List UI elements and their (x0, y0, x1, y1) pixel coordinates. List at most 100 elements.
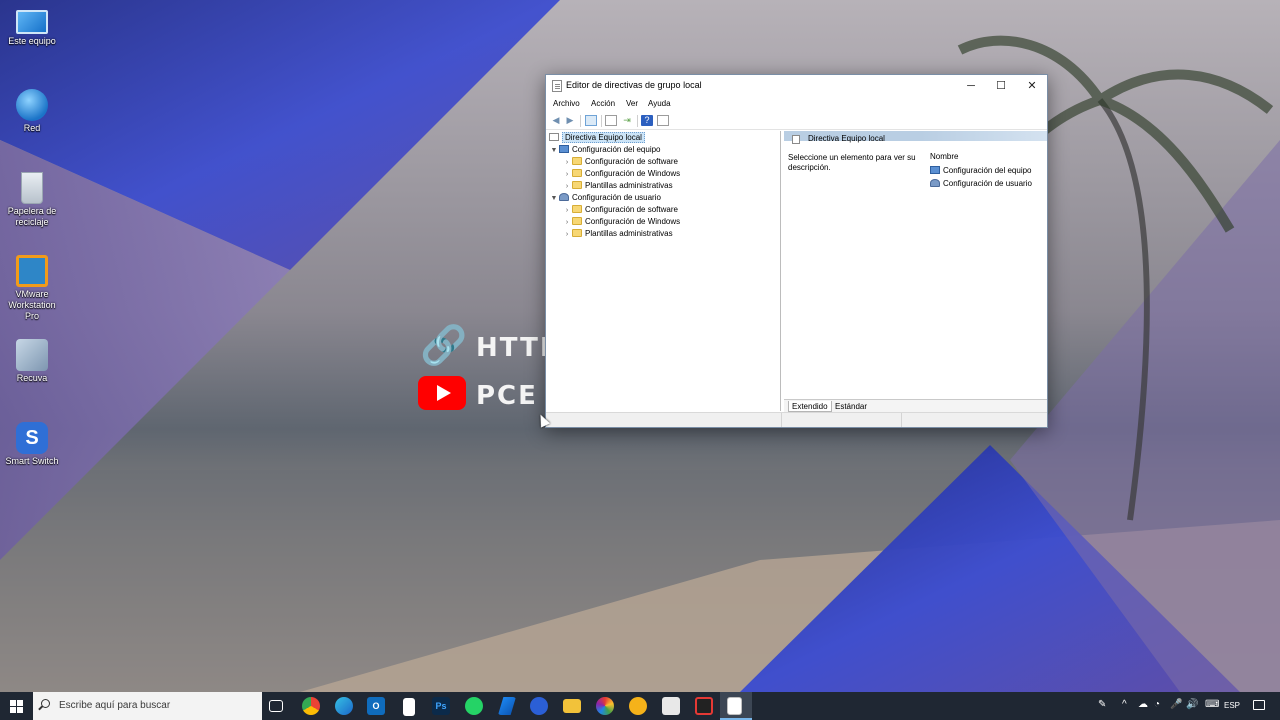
color-app-icon[interactable] (596, 697, 614, 715)
tree-item-configuracion-usuario[interactable]: ▼ Configuración de usuario (549, 192, 661, 204)
properties-icon[interactable] (605, 115, 617, 126)
windows-logo-icon (10, 707, 16, 713)
desktop-icon-este-equipo[interactable]: Este equipo (2, 6, 62, 47)
group-policy-editor-window[interactable]: Editor de directivas de grupo local ─ ☐ … (545, 74, 1048, 428)
desktop-icon-red[interactable]: Red (2, 89, 62, 134)
tree-item-usuario-windows[interactable]: › Configuración de Windows (562, 216, 680, 228)
network-icon (16, 89, 48, 121)
microphone-icon[interactable]: 🎤 (1170, 699, 1182, 710)
outlook-icon[interactable]: O (367, 697, 385, 715)
desktop-icon-vmware[interactable]: VMware Workstation Pro (2, 255, 62, 322)
windows-logo-icon (17, 700, 23, 706)
policy-editor-taskbar-icon[interactable] (727, 697, 742, 715)
tree-item-usuario-software[interactable]: › Configuración de software (562, 204, 678, 216)
folder-icon (572, 229, 582, 237)
list-item-configuracion-equipo[interactable]: Configuración del equipo (930, 166, 1032, 175)
view-icon[interactable] (657, 115, 669, 126)
tree-item-equipo-software[interactable]: › Configuración de software (562, 156, 678, 168)
cloud-icon[interactable]: ☁ (1138, 699, 1148, 710)
tree-item-usuario-plantillas[interactable]: › Plantillas administrativas (562, 228, 673, 240)
menu-archivo[interactable]: Archivo (553, 99, 580, 108)
photoshop-icon[interactable]: Ps (432, 697, 450, 715)
back-icon[interactable]: ◀ (550, 115, 562, 126)
window-title: Editor de directivas de grupo local (566, 80, 702, 90)
desktop-icon-papelera[interactable]: Papelera de reciclaje (2, 172, 62, 228)
pen-icon[interactable]: ✎ (1098, 699, 1106, 710)
export-list-icon[interactable]: ⇥ (621, 115, 633, 126)
collapsed-chevron-icon[interactable]: › (562, 229, 572, 241)
desktop-icon-recuva[interactable]: Recuva (2, 339, 62, 384)
user-config-icon (930, 179, 940, 187)
forward-icon[interactable]: ▶ (564, 115, 576, 126)
computer-config-icon (559, 145, 569, 153)
language-indicator[interactable]: ESP (1224, 701, 1240, 710)
tab-extendido[interactable]: Extendido (788, 401, 832, 412)
toolbar: ◀ ▶ ⇥ ? (546, 112, 1047, 130)
desktop-icon-smart-switch[interactable]: S Smart Switch (2, 422, 62, 467)
notepad-file-icon[interactable] (403, 698, 415, 716)
menu-accion[interactable]: Acción (591, 99, 615, 108)
expanded-chevron-icon[interactable]: ▼ (549, 193, 559, 205)
details-header-title: Directiva Equipo local (808, 134, 885, 143)
recuva-icon (16, 339, 48, 371)
edge-icon[interactable] (335, 697, 353, 715)
play-icon (418, 376, 466, 410)
folder-icon (572, 169, 582, 177)
media-app-icon[interactable] (695, 697, 713, 715)
show-hide-tree-icon[interactable] (585, 115, 597, 126)
tab-estandar[interactable]: Estándar (832, 401, 870, 412)
document-app-icon[interactable] (662, 697, 680, 715)
search-icon (41, 699, 50, 708)
recycle-bin-icon (21, 172, 43, 204)
maximize-button[interactable]: ☐ (986, 75, 1016, 97)
tree-item-label: Plantillas administrativas (585, 181, 673, 190)
menu-ver[interactable]: Ver (626, 99, 638, 108)
status-bar (546, 412, 1047, 427)
user-config-icon (559, 193, 569, 201)
notification-icon[interactable] (1253, 700, 1265, 710)
title-bar[interactable]: Editor de directivas de grupo local ─ ☐ … (546, 75, 1047, 97)
tree-item-label: Directiva Equipo local (562, 132, 645, 143)
whatsapp-icon[interactable] (465, 697, 483, 715)
keyboard-icon[interactable]: ⌨ (1205, 699, 1219, 710)
wifi-icon[interactable]: ◔ (1154, 699, 1160, 710)
policy-icon (549, 133, 559, 141)
vmware-icon (16, 255, 48, 287)
tree-item-configuracion-equipo[interactable]: ▼ Configuración del equipo (549, 144, 661, 156)
details-pane[interactable]: Directiva Equipo local Seleccione un ele… (784, 131, 1047, 399)
help-icon[interactable]: ? (641, 115, 653, 126)
volume-icon[interactable]: 🔊 (1186, 699, 1198, 710)
tree-item-directiva-equipo-local[interactable]: Directiva Equipo local (549, 132, 645, 144)
menu-ayuda[interactable]: Ayuda (648, 99, 671, 108)
search-placeholder: Escribe aquí para buscar (59, 700, 171, 711)
taskbar: Escribe aquí para buscar O Ps ✎ ^ ☁ ◔ 🎤 … (0, 692, 1280, 720)
tree-item-equipo-plantillas[interactable]: › Plantillas administrativas (562, 180, 673, 192)
tree-item-label: Configuración de software (585, 205, 678, 214)
wallpaper-text-line2: PCE (476, 381, 538, 411)
toolbar-separator (580, 115, 581, 127)
chevron-up-icon[interactable]: ^ (1122, 699, 1127, 710)
policy-icon (792, 135, 800, 144)
minimize-button[interactable]: ─ (956, 75, 986, 97)
folder-icon (572, 181, 582, 189)
expanded-chevron-icon[interactable]: ▼ (549, 145, 559, 157)
tree-item-label: Configuración de Windows (585, 217, 681, 226)
tree-pane[interactable]: Directiva Equipo local ▼ Configuración de… (547, 131, 781, 411)
task-view-icon[interactable] (269, 700, 283, 712)
tree-item-equipo-windows[interactable]: › Configuración de Windows (562, 168, 680, 180)
app-icon[interactable] (498, 697, 516, 715)
weather-app-icon[interactable] (629, 697, 647, 715)
list-item-label: Configuración del equipo (943, 166, 1032, 175)
taskbar-search[interactable]: Escribe aquí para buscar (33, 692, 262, 720)
column-header-nombre[interactable]: Nombre (930, 152, 958, 161)
start-button[interactable] (0, 692, 32, 720)
edge-dev-icon[interactable] (530, 697, 548, 715)
folder-icon (572, 205, 582, 213)
desktop-icon-label: Papelera de reciclaje (7, 206, 57, 227)
status-cell (901, 413, 1047, 427)
file-explorer-icon[interactable] (563, 699, 581, 713)
close-button[interactable]: ✕ (1017, 75, 1047, 97)
desktop-icon-label: Este equipo (8, 36, 56, 46)
list-item-configuracion-usuario[interactable]: Configuración de usuario (930, 179, 1032, 188)
chrome-icon[interactable] (302, 697, 320, 715)
